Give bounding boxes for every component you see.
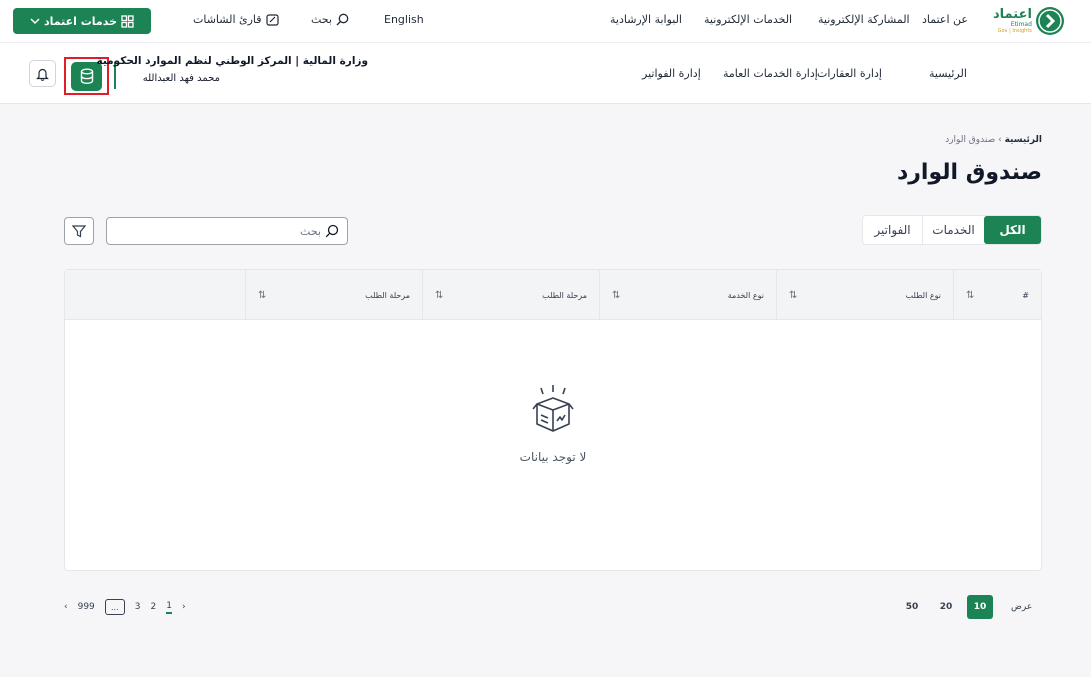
page-title: صندوق الوارد [896,160,1042,185]
chevron-down-icon [30,18,40,25]
nav-item-real-estate[interactable]: إدارة العقارات [817,67,882,80]
page-size-50[interactable]: 50 [899,595,925,619]
bell-icon [36,68,49,81]
e-participation-link[interactable]: المشاركة الإلكترونية [818,13,910,26]
column-header-request-type[interactable]: نوع الطلب ⇅ [776,270,953,320]
main-nav-bar: وزارة المالية | المركز الوطني لنظم الموا… [0,43,1091,104]
filter-icon [72,224,86,237]
sort-icon[interactable]: ⇅ [612,290,620,301]
screen-reader-label: قارئ الشاشات [193,13,262,26]
search-icon [336,13,349,26]
column-header-service-type[interactable]: نوع الخدمة ⇅ [599,270,776,320]
screen-reader-icon [265,13,279,26]
sort-icon[interactable]: ⇅ [789,290,797,301]
user-name: محمد فهد العبدالله [142,73,220,84]
sort-icon[interactable]: ⇅ [435,290,443,301]
guidance-portal-link[interactable]: البوابة الإرشادية [610,13,682,26]
search-label: بحث [311,13,332,26]
user-account-menu[interactable]: وزارة المالية | المركز الوطني لنظم الموا… [97,55,368,84]
column-header-index[interactable]: # ⇅ [953,270,1041,320]
search-input[interactable] [121,224,321,238]
inbox-table: # ⇅ نوع الطلب ⇅ نوع الخدمة ⇅ مرحلة الطلب… [64,269,1042,571]
empty-state: لا توجد بيانات [65,380,1041,464]
search-box [106,217,348,245]
user-organization: وزارة المالية | المركز الوطني لنظم الموا… [97,55,368,67]
pagination: ‹ 999 ... 3 2 1 › [64,597,186,617]
tab-all[interactable]: الكل [984,216,1041,244]
database-icon [80,68,93,84]
page-size-20[interactable]: 20 [933,595,959,619]
screen-reader-link[interactable]: قارئ الشاشات [193,13,279,26]
page-2[interactable]: 2 [151,602,157,612]
column-header-request-stage-2[interactable]: مرحلة الطلب ⇅ [245,270,422,320]
page-last[interactable]: 999 [78,602,95,612]
nav-item-home[interactable]: الرئيسية [929,67,967,80]
page-ellipsis[interactable]: ... [104,599,125,615]
sort-icon[interactable]: ⇅ [966,290,974,301]
empty-box-icon [532,385,574,432]
nav-item-invoices[interactable]: إدارة الفواتير [642,67,701,80]
inbox-tabs: الكل الخدمات الفواتير [862,215,1042,245]
page-1[interactable]: 1 [166,601,172,614]
breadcrumb-separator: › [998,135,1002,145]
table-header: # ⇅ نوع الطلب ⇅ نوع الخدمة ⇅ مرحلة الطلب… [65,270,1041,320]
notifications-button[interactable] [29,60,56,87]
about-etimad-link[interactable]: عن اعتماد [922,13,968,26]
column-header-request-stage[interactable]: مرحلة الطلب ⇅ [422,270,599,320]
language-switch[interactable]: English [384,13,424,26]
page-size-10[interactable]: 10 [967,595,993,619]
etimad-services-button[interactable]: خدمات اعتماد [13,8,151,34]
empty-state-text: لا توجد بيانات [519,450,587,464]
nav-item-general-services[interactable]: إدارة الخدمات العامة [723,67,818,80]
etimad-logo[interactable]: اعتماد Etimad Gov | Insights [993,6,1067,36]
column-header-actions [65,270,245,320]
page-size-label: عرض [1011,602,1033,612]
breadcrumb-home[interactable]: الرئيسية [1005,135,1042,145]
prev-page-button[interactable]: ‹ [64,602,68,612]
search-icon [325,224,339,238]
tab-invoices[interactable]: الفواتير [863,216,922,244]
sort-icon[interactable]: ⇅ [258,290,266,301]
grid-icon [121,14,134,28]
tab-services[interactable]: الخدمات [922,216,984,244]
logo-mark-icon [1035,7,1064,35]
next-page-button[interactable]: › [182,602,186,612]
page-3[interactable]: 3 [135,602,141,612]
top-bar: خدمات اعتماد قارئ الشاشات بحث English ال… [0,0,1091,43]
etimad-services-label: خدمات اعتماد [43,14,118,28]
e-services-link[interactable]: الخدمات الإلكترونية [704,13,792,26]
breadcrumb: الرئيسية › صندوق الوارد [945,135,1042,145]
filter-button[interactable] [64,217,94,245]
logo-wordmark: اعتماد Etimad Gov | Insights [993,7,1032,34]
breadcrumb-current: صندوق الوارد [945,135,996,145]
page-size-selector: 50 20 10 عرض [899,595,1032,619]
search-link[interactable]: بحث [311,13,349,26]
